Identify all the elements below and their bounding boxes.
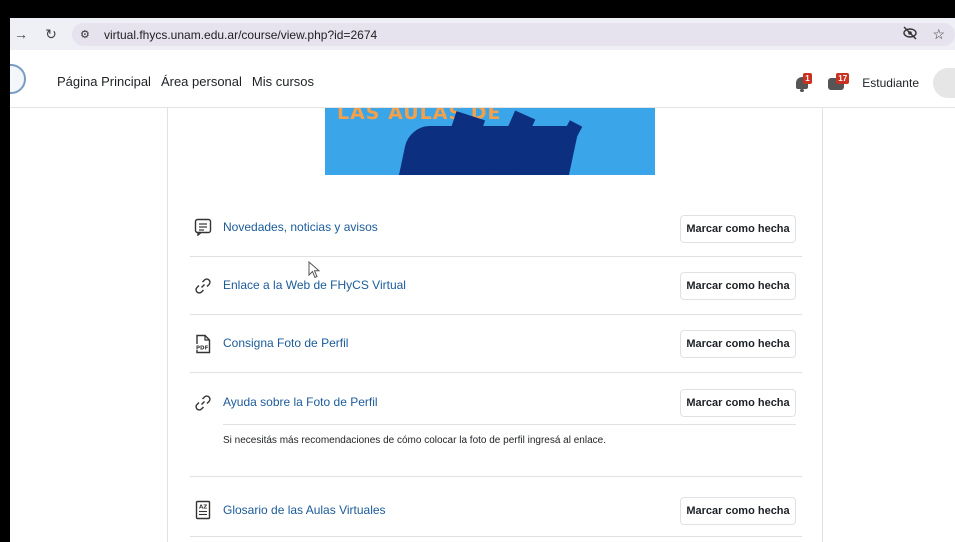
activity-title[interactable]: Ayuda sobre la Foto de Perfil [223, 395, 378, 409]
activity-item: AZ Glosario de las Aulas Virtuales Marca… [190, 477, 802, 537]
avatar[interactable] [933, 68, 955, 98]
nav-link-pagina-principal[interactable]: Página Principal [57, 74, 151, 89]
user-menu-area: 1 17 Estudiante [794, 68, 955, 98]
divider [223, 424, 796, 425]
activity-item: Enlace a la Web de FHyCS Virtual Marcar … [190, 257, 802, 315]
activity-title[interactable]: Novedades, noticias y avisos [223, 220, 378, 234]
forum-icon [193, 217, 213, 237]
activity-title[interactable]: Consigna Foto de Perfil [223, 336, 348, 350]
primary-navigation: Página Principal Área personal Mis curso… [57, 74, 314, 89]
user-name[interactable]: Estudiante [862, 76, 919, 90]
activity-item: PDF Consigna Foto de Perfil Marcar como … [190, 315, 802, 373]
pdf-icon: PDF [193, 334, 213, 354]
mouse-cursor-icon [308, 260, 321, 279]
star-icon[interactable]: ☆ [932, 26, 945, 43]
glossary-icon: AZ [193, 500, 213, 520]
activity-title[interactable]: Glosario de las Aulas Virtuales [223, 503, 386, 517]
link-icon [193, 393, 213, 413]
mark-done-button[interactable]: Marcar como hecha [680, 497, 796, 525]
notifications-bell-icon[interactable]: 1 [794, 73, 812, 93]
activity-title[interactable]: Enlace a la Web de FHyCS Virtual [223, 278, 406, 292]
messages-badge: 17 [836, 73, 850, 84]
reload-icon[interactable]: ↻ [40, 26, 62, 43]
address-bar[interactable]: ⚙ virtual.fhycs.unam.edu.ar/course/view.… [72, 23, 955, 46]
svg-text:AZ: AZ [199, 505, 207, 511]
site-navbar: Página Principal Área personal Mis curso… [10, 50, 955, 108]
mark-done-button[interactable]: Marcar como hecha [680, 272, 796, 300]
link-icon [193, 276, 213, 296]
screen-frame: → ↻ ⚙ virtual.fhycs.unam.edu.ar/course/v… [0, 0, 955, 542]
page-content: LAS AULAS DE Novedades, noticias y aviso… [10, 108, 955, 542]
site-info-icon[interactable]: ⚙ [80, 28, 98, 41]
course-section: LAS AULAS DE Novedades, noticias y aviso… [167, 108, 823, 542]
nav-link-area-personal[interactable]: Área personal [161, 74, 242, 89]
mark-done-button[interactable]: Marcar como hecha [680, 330, 796, 358]
mark-done-button[interactable]: Marcar como hecha [680, 215, 796, 243]
messages-icon[interactable]: 17 [828, 73, 850, 93]
address-bar-actions: ☆ [902, 26, 945, 43]
browser-toolbar: → ↻ ⚙ virtual.fhycs.unam.edu.ar/course/v… [10, 18, 955, 50]
site-logo[interactable] [10, 64, 26, 94]
eye-off-icon[interactable] [902, 26, 918, 43]
activity-item: Novedades, noticias y avisos Marcar como… [190, 204, 802, 257]
svg-text:PDF: PDF [196, 346, 209, 352]
course-banner-image: LAS AULAS DE [325, 108, 655, 175]
browser-window: → ↻ ⚙ virtual.fhycs.unam.edu.ar/course/v… [10, 18, 955, 542]
activity-description: Si necesitás más recomendaciones de cómo… [223, 435, 606, 446]
mark-done-button[interactable]: Marcar como hecha [680, 389, 796, 417]
nav-link-mis-cursos[interactable]: Mis cursos [252, 74, 314, 89]
back-arrow-icon[interactable]: → [10, 26, 32, 42]
notifications-badge: 1 [803, 73, 812, 84]
activity-item: Ayuda sobre la Foto de Perfil Marcar com… [190, 373, 802, 477]
url-text[interactable]: virtual.fhycs.unam.edu.ar/course/view.ph… [104, 28, 377, 42]
